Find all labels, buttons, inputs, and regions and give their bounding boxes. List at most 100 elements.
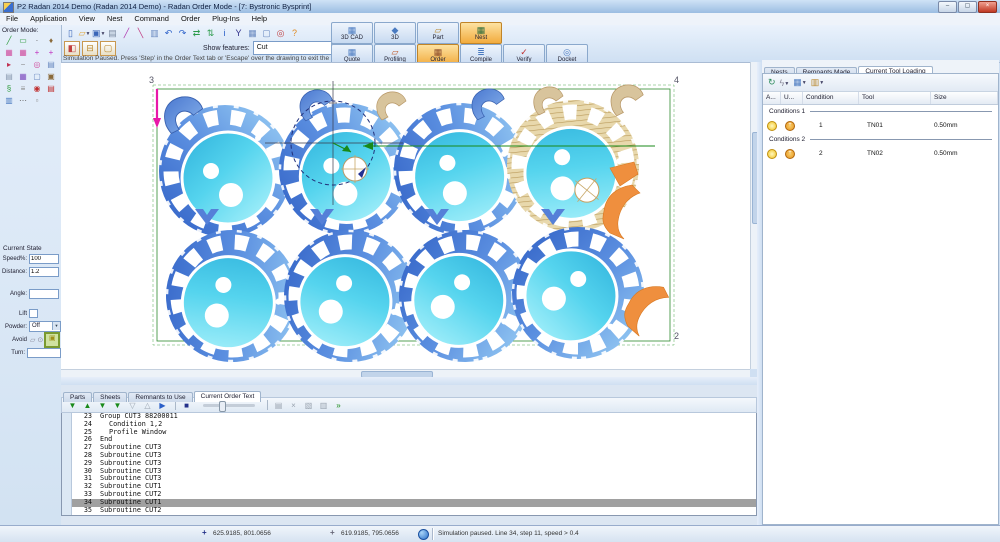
order-line[interactable]: 27Subroutine CUT3 — [72, 444, 756, 452]
print-icon[interactable]: ▤ — [106, 27, 119, 40]
order-tool-icon[interactable]: ▦ — [16, 71, 30, 83]
nested-part[interactable] — [159, 105, 291, 237]
order-tool-icon[interactable]: ▤ — [44, 83, 58, 95]
menu-plug-ins[interactable]: Plug-Ins — [206, 13, 246, 25]
menu-help[interactable]: Help — [246, 13, 273, 25]
order-tool-icon[interactable]: ▦ — [2, 47, 16, 59]
mode-button-3d-cad[interactable]: ▦3D CAD — [331, 22, 373, 44]
split-horizontal-icon[interactable]: ⊟ — [82, 41, 98, 56]
order-line[interactable]: 30Subroutine CUT3 — [72, 468, 756, 476]
column-header[interactable]: A... — [763, 92, 781, 104]
order-line[interactable]: 34Subroutine CUT1 — [72, 499, 756, 507]
tab-remnants-to-use[interactable]: Remnants to Use — [128, 392, 192, 402]
info-icon[interactable]: i — [218, 27, 231, 40]
tool-row[interactable]: +1TN010.50mm — [763, 118, 998, 133]
dropdown-arrow-icon[interactable]: ▼ — [802, 80, 807, 86]
menu-file[interactable]: File — [0, 13, 24, 25]
delete-line-icon[interactable]: × — [287, 401, 300, 410]
order-line[interactable]: 29Subroutine CUT3 — [72, 460, 756, 468]
order-tool-icon[interactable]: − — [16, 59, 30, 71]
speed-slider[interactable] — [203, 404, 255, 407]
avoid-option-icon[interactable]: ▱ — [30, 336, 35, 344]
dropdown-arrow-icon[interactable]: ▼ — [101, 31, 106, 37]
nest-drawing-canvas[interactable]: 342 — [61, 62, 750, 370]
tab-parts[interactable]: Parts — [63, 392, 92, 402]
column-header[interactable]: Tool — [859, 92, 931, 104]
window-layout-icon[interactable]: ▢ — [100, 41, 116, 56]
order-line[interactable]: 28Subroutine CUT3 — [72, 452, 756, 460]
window-icon[interactable]: ▢ — [260, 27, 273, 40]
dropdown-arrow-icon[interactable]: ▼ — [819, 80, 824, 86]
tool-view-icon[interactable]: ▦▼ — [793, 77, 806, 88]
order-tool-icon[interactable]: + — [30, 47, 44, 59]
tab-sheets[interactable]: Sheets — [93, 392, 127, 402]
order-tool-icon[interactable]: ▢ — [30, 71, 44, 83]
undo-icon[interactable]: ↶ — [162, 27, 175, 40]
lift-checkbox[interactable] — [29, 309, 38, 318]
maximize-button[interactable]: ▢ — [958, 1, 977, 13]
menu-order[interactable]: Order — [175, 13, 206, 25]
dropdown-arrow-icon[interactable]: ▼ — [784, 81, 789, 87]
swap-icon[interactable]: ⇅ — [204, 27, 217, 40]
tab-current-order-text[interactable]: Current Order Text — [194, 391, 262, 402]
new-document-icon[interactable]: ▯ — [64, 27, 77, 40]
grid-icon[interactable]: ▦ — [246, 27, 259, 40]
marker-icon[interactable]: ╲ — [134, 27, 147, 40]
chevron-down-icon[interactable]: ▼ — [52, 322, 60, 330]
order-tool-icon[interactable]: ▫ — [30, 95, 44, 107]
auto-load-icon[interactable]: ϟ▼ — [780, 78, 790, 88]
edit-line-icon[interactable]: ▤ — [272, 401, 285, 410]
minimize-button[interactable]: – — [938, 1, 957, 13]
order-line[interactable]: 33Subroutine CUT2 — [72, 491, 756, 499]
order-tool-icon[interactable]: + — [44, 47, 58, 59]
save-icon[interactable]: ▣▼ — [92, 27, 105, 40]
order-tool-icon[interactable]: ⋯ — [16, 95, 30, 107]
powder-combobox[interactable]: Off▼ — [29, 321, 61, 332]
speed-input[interactable] — [29, 254, 59, 264]
order-line[interactable]: 24Condition 1,2 — [72, 421, 756, 429]
nested-part[interactable] — [511, 226, 645, 360]
order-tool-icon[interactable]: ▤ — [2, 71, 16, 83]
order-tool-icon[interactable]: ▣ — [44, 71, 58, 83]
toggle-colors-icon[interactable]: ◧ — [64, 41, 80, 56]
order-tool-icon[interactable]: · — [30, 35, 44, 47]
open-folder-icon[interactable]: ▱▼ — [78, 27, 91, 40]
menu-command[interactable]: Command — [128, 13, 175, 25]
order-tool-icon[interactable]: ▦ — [16, 47, 30, 59]
order-tool-icon[interactable]: ▤ — [44, 59, 58, 71]
order-line[interactable]: 26End — [72, 436, 756, 444]
order-tool-icon[interactable]: ▸ — [2, 59, 16, 71]
dropdown-arrow-icon[interactable]: ▼ — [85, 31, 90, 37]
mode-button-part[interactable]: ▱Part — [417, 22, 459, 44]
order-tool-icon[interactable]: ╱ — [2, 35, 16, 47]
distance-input[interactable] — [29, 267, 59, 277]
order-line[interactable]: 35Subroutine CUT2 — [72, 507, 756, 515]
copy-icon[interactable]: ▥ — [148, 27, 161, 40]
filter-icon[interactable]: Y — [232, 27, 245, 40]
avoid-option2-icon[interactable]: ⊙ — [37, 336, 43, 344]
close-button[interactable]: × — [978, 1, 997, 13]
order-tool-icon[interactable]: ▭ — [16, 35, 30, 47]
mode-button-3d[interactable]: ◆3D — [374, 22, 416, 44]
order-tool-icon[interactable]: ◎ — [30, 59, 44, 71]
order-line[interactable]: 23Group CUT3 88200011 — [72, 413, 756, 421]
menu-nest[interactable]: Nest — [101, 13, 128, 25]
help-icon[interactable]: ? — [288, 27, 301, 40]
avoid-active-button[interactable]: ▣ — [44, 332, 60, 348]
order-tool-icon[interactable]: ◉ — [30, 83, 44, 95]
column-header[interactable]: Size — [931, 92, 998, 104]
order-tool-icon[interactable]: § — [2, 83, 16, 95]
order-line[interactable]: 31Subroutine CUT3 — [72, 475, 756, 483]
menu-view[interactable]: View — [73, 13, 101, 25]
sheet-view-icon[interactable]: ▥▼ — [811, 77, 824, 88]
menu-application[interactable]: Application — [24, 13, 73, 25]
order-tool-icon[interactable]: ♦ — [44, 35, 58, 47]
column-header[interactable]: Condition — [803, 92, 859, 104]
angle-input[interactable] — [29, 289, 59, 299]
reorder-icon[interactable]: ⇄ — [190, 27, 203, 40]
order-line[interactable]: 32Subroutine CUT1 — [72, 483, 756, 491]
tool-row[interactable]: +2TN020.50mm — [763, 146, 998, 161]
mode-button-nest[interactable]: ▦Nest — [460, 22, 502, 44]
insert-line-icon[interactable]: ▧ — [302, 401, 315, 410]
horizontal-splitter[interactable] — [61, 377, 757, 385]
